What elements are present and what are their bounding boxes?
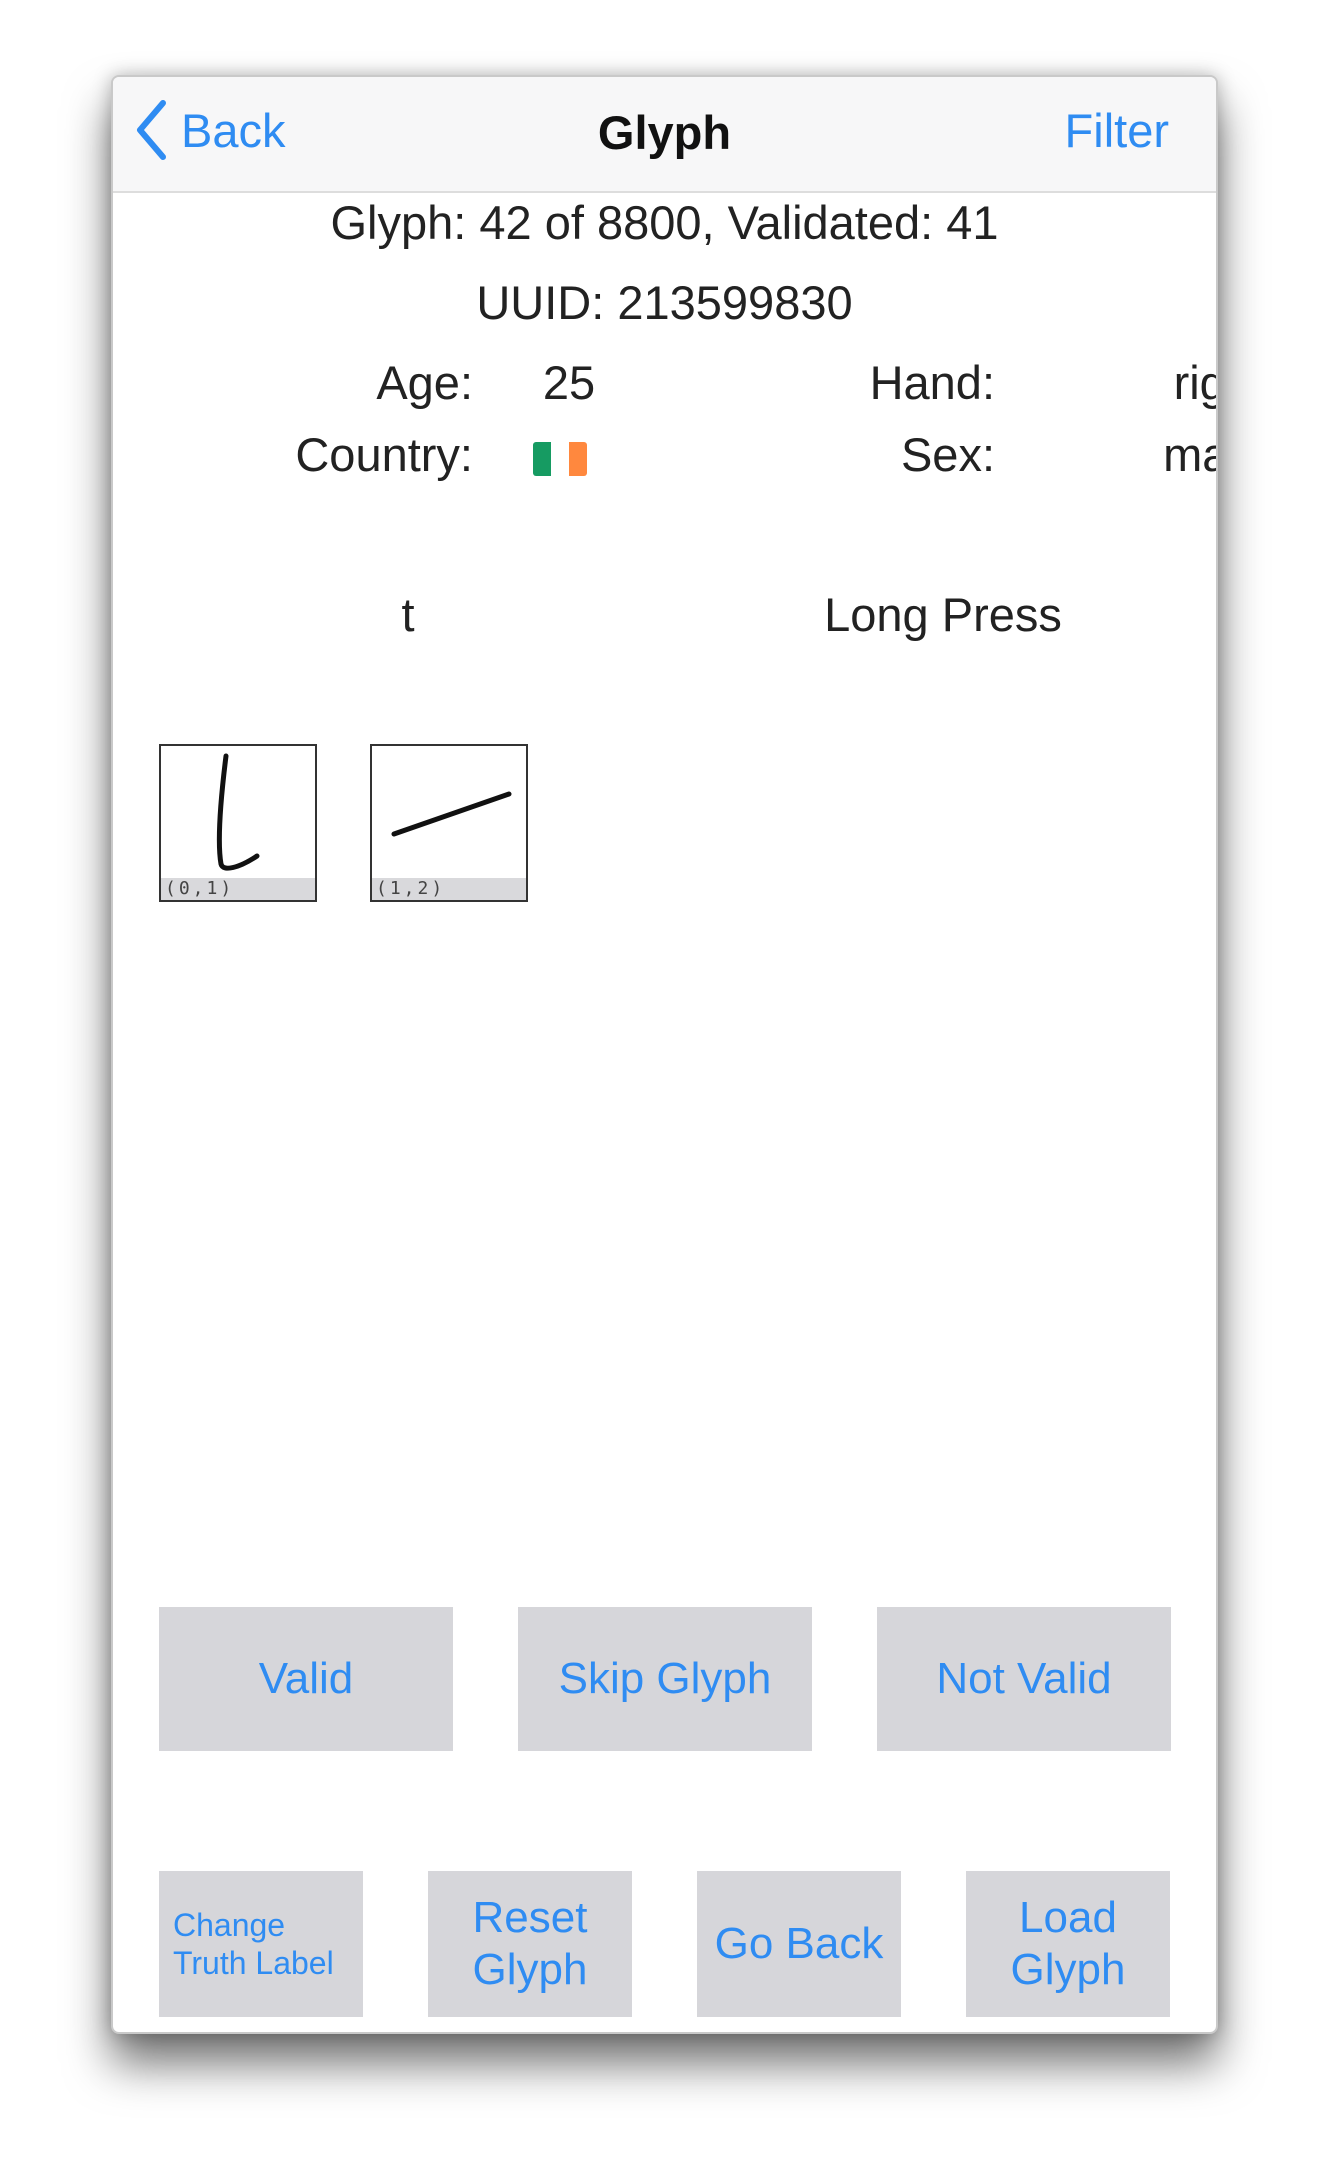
- change-truth-label-button[interactable]: Change Truth Label: [159, 1871, 363, 2017]
- country-label: Country:: [295, 428, 473, 481]
- reset-glyph-line1: Reset: [472, 1893, 588, 1942]
- glyph-progress-text: Glyph: 42 of 8800, Validated: 41: [330, 196, 999, 249]
- stroke-coordinate-label: (0,1): [161, 878, 315, 900]
- filter-button[interactable]: Filter: [1065, 103, 1169, 158]
- stroke-coordinate-label: (1,2): [372, 878, 526, 900]
- reset-glyph-button[interactable]: Reset Glyph: [428, 1871, 632, 2017]
- reset-glyph-line2: Glyph: [472, 1945, 588, 1994]
- load-glyph-line1: Load: [1019, 1893, 1117, 1942]
- not-valid-button[interactable]: Not Valid: [877, 1607, 1171, 1751]
- gesture-label: Long Press: [824, 588, 1062, 641]
- page-title: Glyph: [597, 106, 732, 159]
- stroke-thumbnail[interactable]: (1,2): [370, 744, 528, 902]
- change-truth-label-line1: Change: [173, 1907, 286, 1943]
- app-window: Back Glyph Filter Glyph: 42 of 8800, Val…: [111, 75, 1218, 2034]
- sex-value: male: [1163, 428, 1216, 481]
- sex-label: Sex:: [900, 428, 995, 481]
- change-truth-label-line2: Truth Label: [173, 1945, 334, 1981]
- age-label: Age:: [376, 356, 473, 409]
- hand-label: Hand:: [869, 356, 995, 409]
- go-back-button[interactable]: Go Back: [697, 1871, 901, 2017]
- load-glyph-line2: Glyph: [1010, 1945, 1126, 1994]
- age-value: 25: [542, 356, 596, 409]
- truth-character: t: [401, 588, 415, 641]
- uuid-text: UUID: 213599830: [476, 276, 853, 329]
- hand-value: right: [1173, 356, 1216, 409]
- load-glyph-button[interactable]: Load Glyph: [966, 1871, 1170, 2017]
- stroke-thumbnail[interactable]: (0,1): [159, 744, 317, 902]
- navigation-bar: Back Glyph Filter: [113, 77, 1216, 193]
- ireland-flag-icon: [533, 442, 587, 476]
- skip-glyph-button[interactable]: Skip Glyph: [518, 1607, 812, 1751]
- valid-button[interactable]: Valid: [159, 1607, 453, 1751]
